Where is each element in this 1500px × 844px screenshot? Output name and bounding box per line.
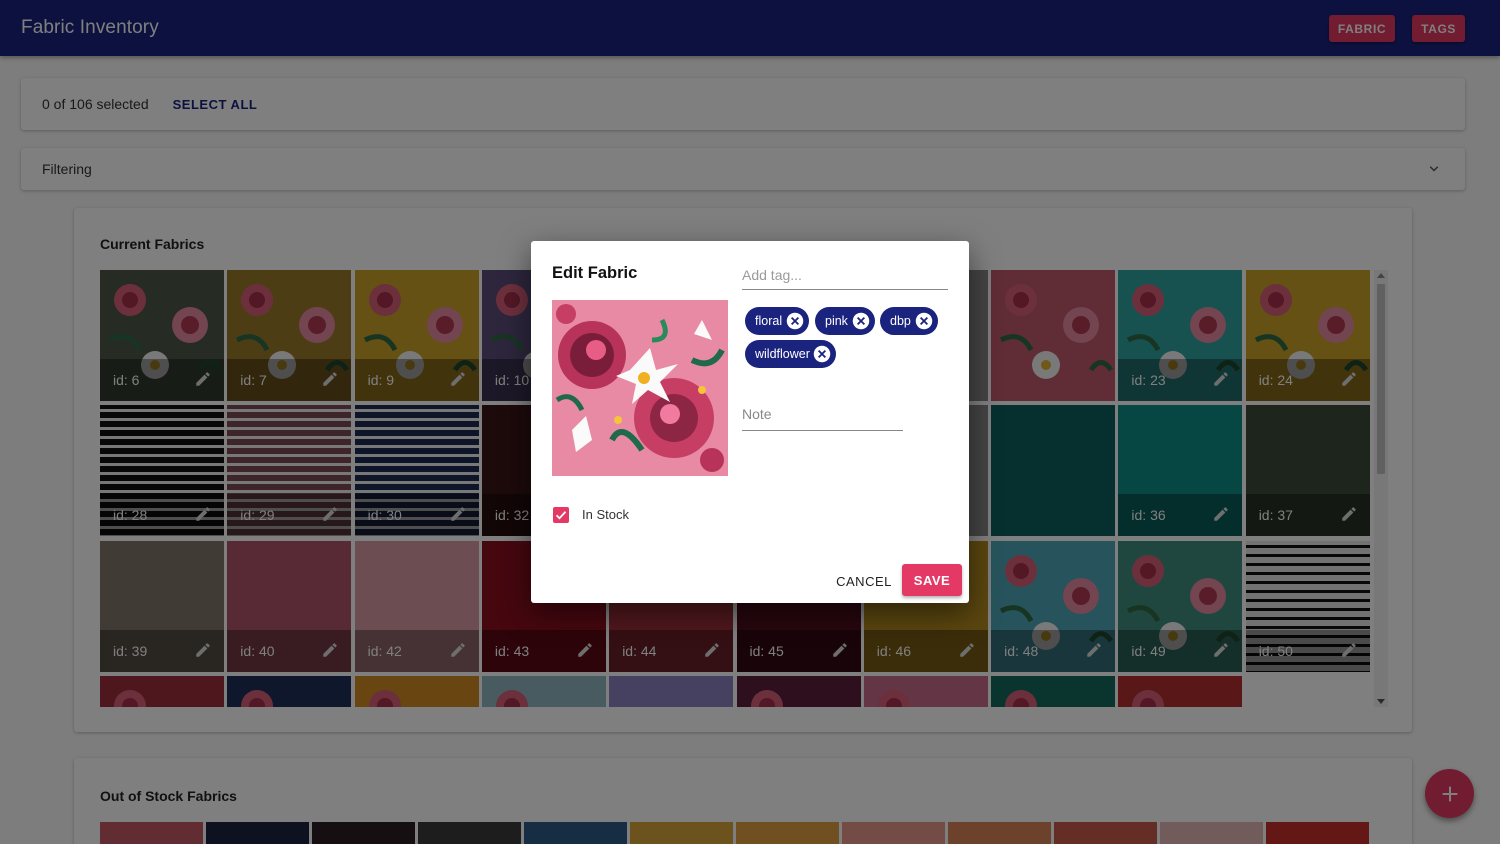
remove-tag-icon[interactable]: [915, 312, 933, 330]
in-stock-label: In Stock: [582, 507, 629, 522]
remove-tag-icon[interactable]: [813, 345, 831, 363]
tag-chip-label: floral: [755, 314, 783, 328]
tag-chip-label: dbp: [890, 314, 911, 328]
fabric-preview-image: [552, 300, 728, 476]
checkmark-icon: [555, 511, 567, 520]
dialog-title: Edit Fabric: [552, 264, 638, 282]
tag-chip: pink: [815, 307, 875, 335]
tag-chip-label: pink: [825, 314, 848, 328]
cancel-button[interactable]: CANCEL: [832, 565, 896, 597]
tag-chip: dbp: [880, 307, 938, 335]
remove-tag-icon[interactable]: [786, 312, 804, 330]
tag-chip: wildflower: [745, 340, 836, 368]
add-tag-input[interactable]: Add tag...: [742, 265, 948, 290]
tag-chip-label: wildflower: [755, 347, 810, 361]
in-stock-checkbox[interactable]: [553, 507, 569, 523]
remove-tag-icon[interactable]: [852, 312, 870, 330]
tag-chip: floral: [745, 307, 809, 335]
edit-fabric-dialog: Edit Fabric Add tag... floral pink dbp w…: [531, 241, 969, 603]
note-input[interactable]: Note: [742, 406, 903, 431]
save-button[interactable]: SAVE: [902, 564, 962, 596]
